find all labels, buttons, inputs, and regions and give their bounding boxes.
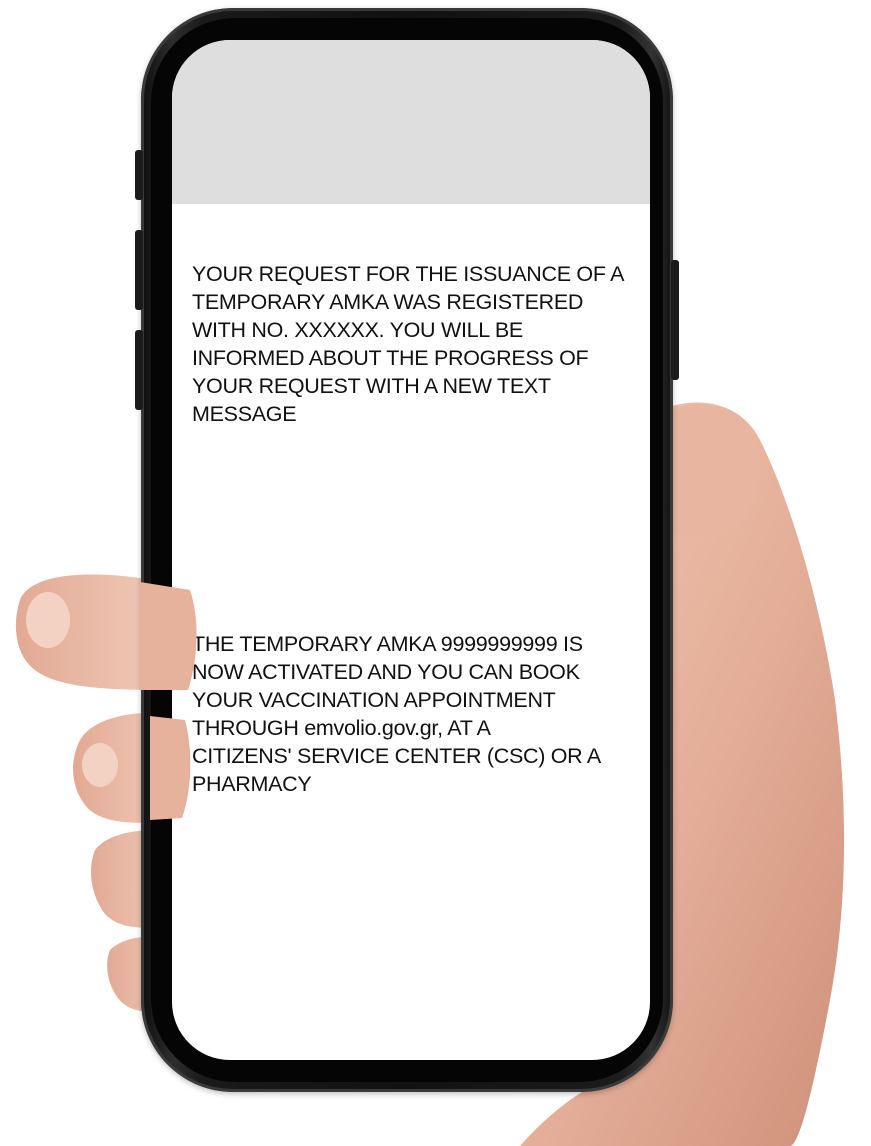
sms-message-activation: THE TEMPORARY AMKA 9999999999 IS NOW ACT… [192, 632, 601, 796]
fingernail-top-shape [26, 592, 70, 648]
volume-down-button [135, 330, 143, 410]
phone-screen: YOUR REQUEST FOR THE ISSUANCE OF A TEMPO… [172, 40, 650, 1060]
mute-switch [135, 150, 143, 200]
fingernail-middle-shape [82, 743, 118, 787]
phone-mockup-scene: YOUR REQUEST FOR THE ISSUANCE OF A TEMPO… [0, 0, 871, 1146]
sms-message-registration: YOUR REQUEST FOR THE ISSUANCE OF A TEMPO… [192, 262, 625, 426]
status-area [172, 40, 650, 204]
power-button [671, 260, 679, 380]
volume-up-button [135, 230, 143, 310]
